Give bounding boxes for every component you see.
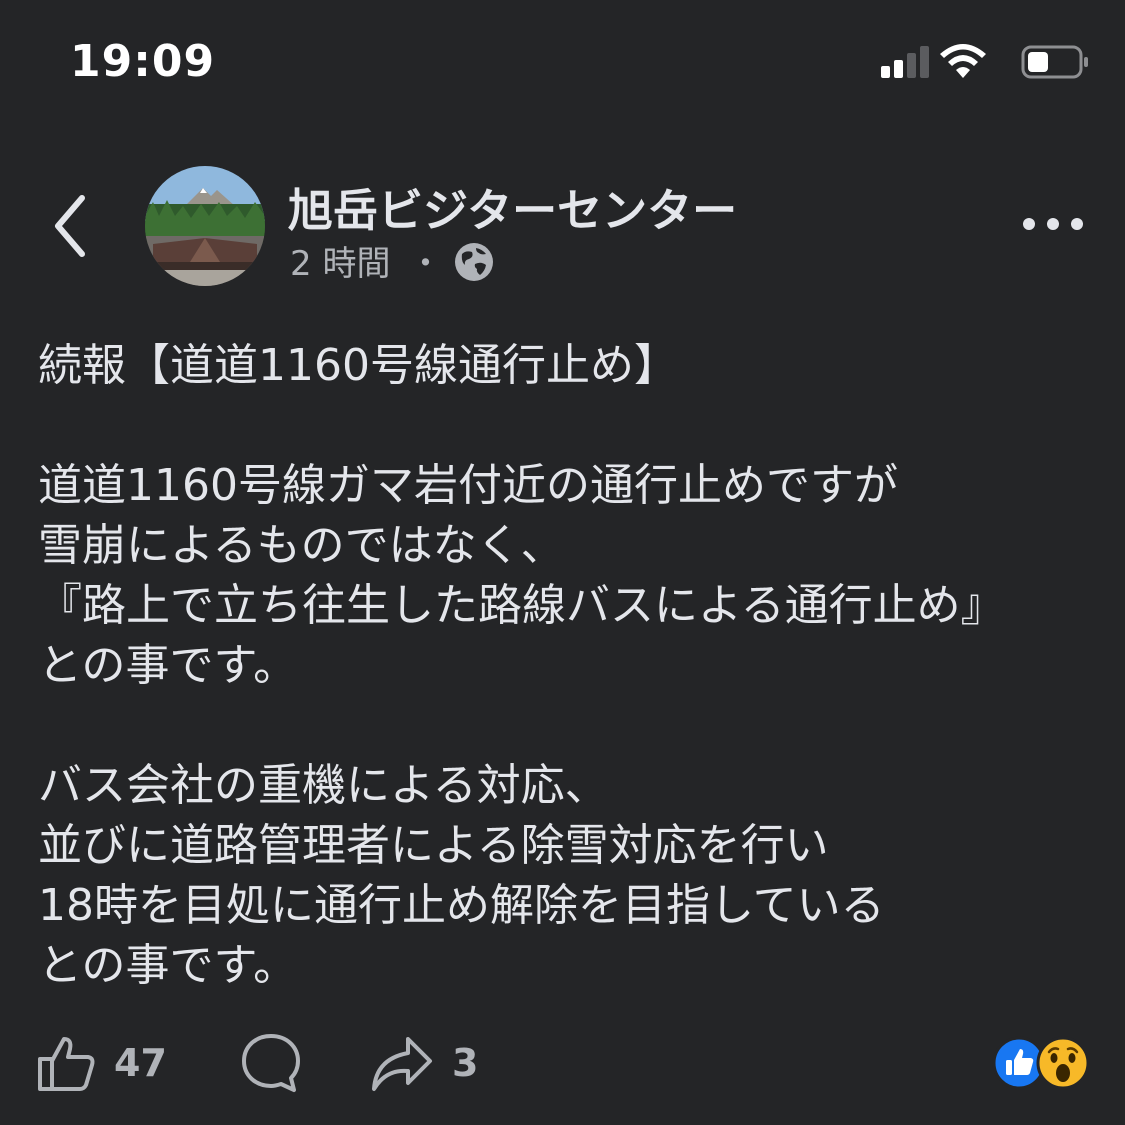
chevron-left-icon xyxy=(55,195,85,257)
wifi-icon xyxy=(940,44,986,78)
post-header: 旭岳ビジターセンター 2 時間 ・ xyxy=(0,160,1125,300)
more-options-button[interactable] xyxy=(1021,206,1085,242)
post-meta: 2 時間 ・ xyxy=(290,236,494,285)
meta-separator: ・ xyxy=(408,244,443,284)
more-dots-icon xyxy=(1023,218,1083,230)
page-avatar[interactable] xyxy=(145,166,265,286)
page-name[interactable]: 旭岳ビジターセンター xyxy=(288,174,737,239)
share-button[interactable]: 3 xyxy=(370,1033,478,1093)
post-time[interactable]: 2 時間 xyxy=(290,236,390,285)
avatar-image xyxy=(145,166,265,286)
comment-bubble-icon xyxy=(242,1034,300,1092)
post-body-text: 続報【道道1160号線通行止め】 道道1160号線ガマ岩付近の通行止めですが 雪… xyxy=(38,340,1005,991)
like-button[interactable]: 47 xyxy=(36,1033,167,1093)
back-button[interactable] xyxy=(44,190,100,260)
status-time: 19:09 xyxy=(70,36,216,87)
comment-button[interactable] xyxy=(240,1033,302,1093)
status-bar: 19:09 xyxy=(0,0,1125,130)
globe-icon xyxy=(455,242,494,281)
post-action-bar: 47 3 xyxy=(0,1025,1125,1100)
cellular-signal-icon xyxy=(881,46,929,78)
wow-reaction-icon xyxy=(1036,1036,1090,1090)
share-count: 3 xyxy=(452,1041,479,1085)
like-count: 47 xyxy=(114,1041,167,1085)
thumbs-up-icon xyxy=(38,1037,95,1091)
reaction-summary[interactable] xyxy=(991,1035,1091,1091)
share-arrow-icon xyxy=(372,1037,432,1091)
battery-icon xyxy=(1021,45,1088,79)
